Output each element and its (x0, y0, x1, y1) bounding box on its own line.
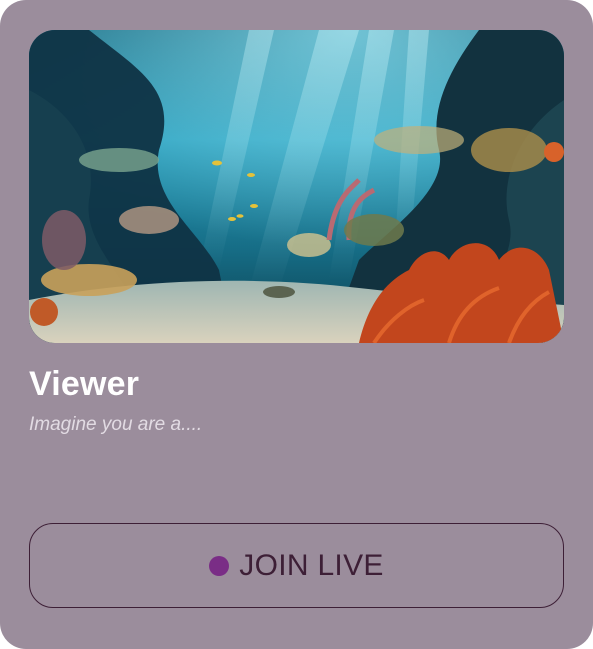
viewer-card: Viewer Imagine you are a.... JOIN LIVE (0, 0, 593, 649)
underwater-reef-image (29, 30, 564, 343)
join-live-label: JOIN LIVE (239, 548, 384, 582)
card-subtitle: Imagine you are a.... (29, 414, 203, 435)
live-indicator-dot (209, 556, 230, 576)
reef-illustration (29, 30, 564, 343)
join-live-button[interactable]: JOIN LIVE (29, 523, 564, 608)
card-title: Viewer (29, 365, 140, 403)
